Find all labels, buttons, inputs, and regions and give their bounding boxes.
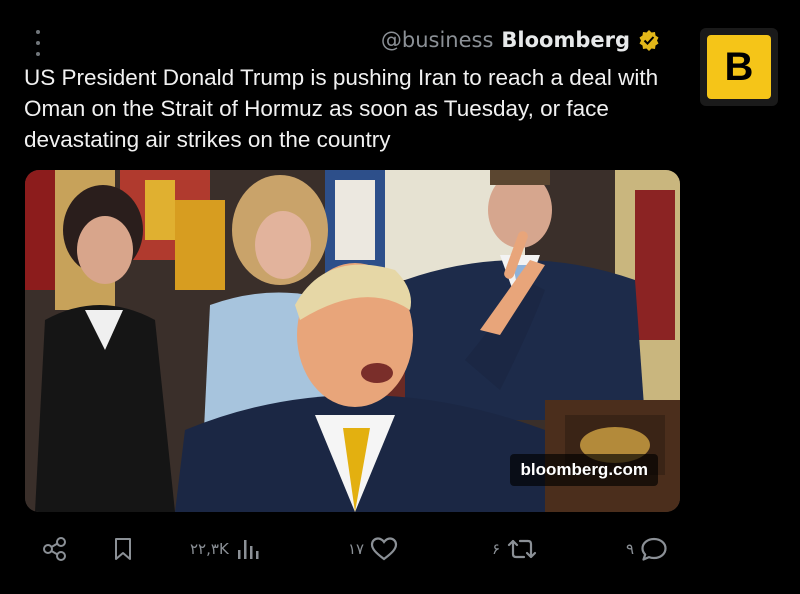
repost-button[interactable]: ۶ (492, 536, 538, 562)
tweet-card[interactable]: @business Bloomberg B US President Donal… (0, 0, 800, 594)
verified-badge-icon (638, 29, 660, 51)
tweet-header: @business Bloomberg (381, 28, 660, 52)
author-handle[interactable]: @business (381, 28, 494, 52)
more-options-icon[interactable] (30, 30, 46, 56)
tweet-media-photo[interactable]: bloomberg.com (25, 170, 680, 512)
reply-bubble-icon (641, 537, 667, 561)
bookmark-icon (115, 538, 131, 560)
views-count: ۲۲,۳K (190, 540, 229, 558)
views-button[interactable]: ۲۲,۳K (190, 536, 261, 562)
heart-icon (371, 537, 398, 561)
bookmark-button[interactable] (110, 536, 136, 562)
share-button[interactable] (42, 536, 68, 562)
bloomberg-logo: B (707, 35, 771, 99)
share-icon (43, 537, 66, 561)
media-watermark: bloomberg.com (510, 454, 658, 486)
reposts-count: ۶ (492, 540, 501, 558)
replies-count: ۹ (626, 540, 635, 558)
reply-button[interactable]: ۹ (626, 536, 668, 562)
repost-icon (507, 539, 537, 559)
likes-count: ۱۷ (348, 540, 365, 558)
tweet-text: US President Donald Trump is pushing Ira… (24, 65, 659, 152)
views-chart-icon (237, 540, 259, 559)
author-name[interactable]: Bloomberg (501, 28, 630, 52)
like-button[interactable]: ۱۷ (348, 536, 398, 562)
avatar[interactable]: B (700, 28, 778, 106)
action-bar: ۲۲,۳K ۱۷ ۶ ۹ (0, 530, 800, 574)
